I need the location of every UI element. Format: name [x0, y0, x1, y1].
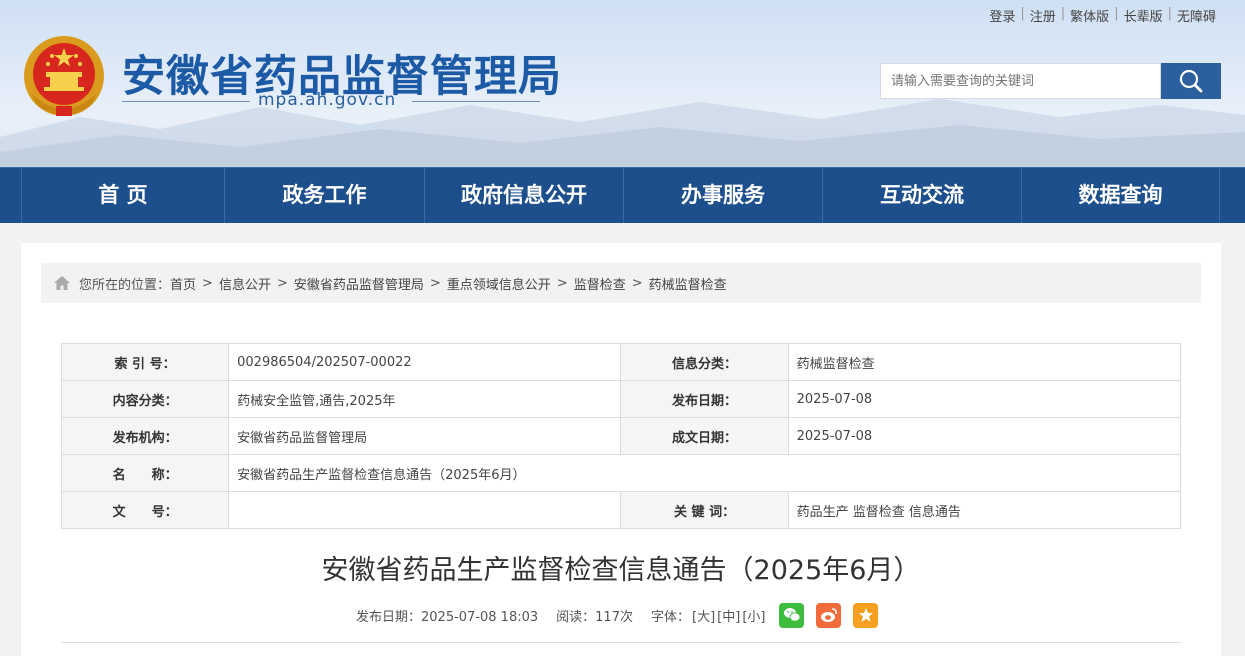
publish-datetime: 发布日期：2025-07-08 18:03 [356, 609, 539, 625]
nav-government-work[interactable]: 政务工作 [224, 168, 424, 223]
breadcrumb-separator: > [429, 275, 441, 291]
table-row: 名 称： 安徽省药品生产监督检查信息通告（2025年6月） [60, 454, 1181, 492]
content-type-value: 药械安全监管,通告,2025年 [228, 380, 622, 418]
star-icon [858, 608, 873, 622]
nav-data-query[interactable]: 数据查询 [1021, 168, 1220, 223]
elder-mode-link[interactable]: 长辈版 [1119, 6, 1168, 25]
national-emblem-logo [24, 36, 104, 116]
site-header: 登录 | 注册 | 繁体版 | 长辈版 | 无障碍 安徽省药品监督管理局 mpa.ah.… [0, 0, 1245, 167]
breadcrumb-separator: > [556, 275, 568, 291]
doc-no-label: 文 号： [60, 491, 230, 529]
document-metadata-table: 索 引 号： 002986504/202507-00022 信息分类： 药械监督… [60, 343, 1182, 529]
breadcrumb-key-areas[interactable]: 重点领域信息公开 [447, 274, 551, 293]
article-title: 安徽省药品生产监督检查信息通告（2025年6月） [321, 555, 921, 586]
nav-interaction[interactable]: 互动交流 [822, 168, 1021, 223]
home-icon [54, 276, 70, 290]
nav-services[interactable]: 办事服务 [623, 168, 822, 223]
nav-info-disclosure[interactable]: 政府信息公开 [424, 168, 623, 223]
publish-date-value: 2025-07-08 [787, 380, 1182, 418]
breadcrumb-agency[interactable]: 安徽省药品监督管理局 [294, 274, 424, 293]
content-type-label: 内容分类： [60, 380, 230, 418]
top-links: 登录 | 注册 | 繁体版 | 长辈版 | 无障碍 [984, 6, 1221, 25]
publish-date-label: 发布日期： [620, 380, 789, 418]
breadcrumb-home[interactable]: 首页 [170, 274, 196, 293]
breadcrumb-separator: > [276, 275, 288, 291]
breadcrumb-lead: 您所在的位置： [79, 277, 171, 293]
traditional-chinese-link[interactable]: 繁体版 [1065, 6, 1114, 25]
weibo-icon [820, 608, 837, 622]
domain-left-line [122, 101, 250, 102]
breadcrumb-separator: > [202, 275, 213, 291]
site-domain: mpa.ah.gov.cn [258, 90, 397, 110]
share-wechat-button[interactable] [779, 602, 805, 628]
font-large-button[interactable]: [大] [692, 606, 715, 625]
index-value: 002986504/202507-00022 [228, 343, 622, 381]
share-weibo-button[interactable] [816, 602, 842, 628]
doc-no-value [228, 491, 622, 529]
table-row: 发布机构： 安徽省药品监督管理局 成文日期： 2025-07-08 [60, 417, 1182, 455]
font-size-label: 字体： [650, 609, 690, 625]
nav-home[interactable]: 首 页 [21, 168, 224, 223]
table-row: 文 号： 关 键 词： 药品生产 监督检查 信息通告 [60, 491, 1182, 529]
search-icon [1179, 69, 1203, 93]
search-input[interactable] [880, 63, 1161, 99]
font-medium-button[interactable]: [中] [717, 606, 740, 625]
keywords-label: 关 键 词： [620, 491, 789, 529]
read-count: 阅读：117次 [556, 609, 633, 625]
keywords-value: 药品生产 监督检查 信息通告 [787, 491, 1182, 529]
table-row: 索 引 号： 002986504/202507-00022 信息分类： 药械监督… [60, 343, 1182, 381]
breadcrumb-supervision[interactable]: 监督检查 [574, 274, 626, 293]
register-link[interactable]: 注册 [1025, 6, 1061, 25]
org-value: 安徽省药品监督管理局 [228, 417, 622, 455]
wechat-icon [783, 608, 801, 622]
name-value: 安徽省药品生产监督检查信息通告（2025年6月） [228, 454, 1181, 492]
font-small-button[interactable]: [小] [742, 606, 765, 625]
search-button[interactable] [1161, 63, 1221, 99]
made-date-label: 成文日期： [620, 417, 789, 455]
favorite-button[interactable] [853, 602, 879, 628]
accessibility-link[interactable]: 无障碍 [1172, 6, 1221, 25]
category-label: 信息分类： [620, 343, 789, 381]
breadcrumb: 您所在的位置： 首页 > 信息公开 > 安徽省药品监督管理局 > 重点领域信息公… [41, 263, 1201, 303]
made-date-value: 2025-07-08 [787, 417, 1182, 455]
table-row: 内容分类： 药械安全监管,通告,2025年 发布日期： 2025-07-08 [60, 380, 1182, 418]
index-label: 索 引 号： [60, 343, 230, 381]
content-divider [61, 642, 1181, 643]
name-label: 名 称： [60, 454, 230, 492]
login-link[interactable]: 登录 [984, 6, 1020, 25]
org-label: 发布机构： [60, 417, 230, 455]
main-content: 您所在的位置： 首页 > 信息公开 > 安徽省药品监督管理局 > 重点领域信息公… [21, 243, 1221, 656]
main-nav: 首 页 政务工作 政府信息公开 办事服务 互动交流 数据查询 [0, 167, 1245, 223]
breadcrumb-separator: > [631, 275, 643, 291]
domain-right-line [412, 101, 540, 102]
breadcrumb-drug-device-inspection[interactable]: 药械监督检查 [649, 274, 727, 293]
article-info-bar: 发布日期：2025-07-08 18:03 阅读：117次 字体： [大] [中… [356, 601, 879, 629]
category-value: 药械监督检查 [787, 343, 1182, 381]
breadcrumb-info-public[interactable]: 信息公开 [219, 274, 271, 293]
